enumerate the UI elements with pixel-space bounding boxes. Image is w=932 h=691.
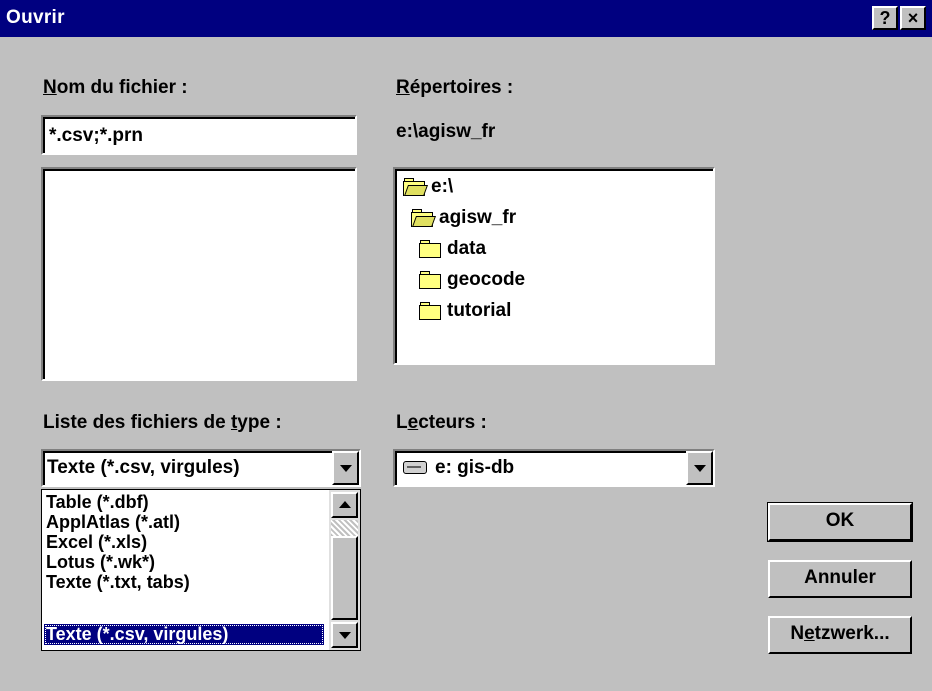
- help-button[interactable]: ?: [872, 6, 898, 30]
- folder-open-icon: [411, 209, 437, 228]
- arrow-down-icon: [338, 632, 351, 639]
- folder-icon: [419, 271, 441, 290]
- filename-value: *.csv;*.prn: [49, 125, 143, 146]
- dropdown-option[interactable]: Table (*.dbf): [44, 492, 324, 513]
- chevron-down-icon: [693, 465, 706, 472]
- drives-selected: e: gis-db: [403, 457, 514, 479]
- directory-tree[interactable]: e:\ agisw_fr data geocode tutorial: [393, 167, 715, 365]
- directory-name: e:\: [431, 176, 454, 197]
- filename-label: Nom du fichier :: [43, 77, 188, 98]
- directory-item[interactable]: data: [419, 238, 486, 266]
- directory-item[interactable]: e:\: [403, 176, 453, 204]
- file-type-label: Liste des fichiers de type :: [43, 412, 282, 433]
- window-title: Ouvrir: [6, 7, 65, 28]
- scroll-track[interactable]: [331, 520, 358, 536]
- close-icon: ×: [907, 8, 919, 28]
- directory-item[interactable]: agisw_fr: [411, 207, 516, 235]
- scrollbar[interactable]: [329, 490, 360, 650]
- file-type-dropdown-button[interactable]: [332, 451, 359, 485]
- file-type-dropdown-list[interactable]: Table (*.dbf) ApplAtlas (*.atl) Excel (*…: [41, 489, 361, 651]
- current-path: e:\agisw_fr: [396, 121, 496, 142]
- close-button[interactable]: ×: [900, 6, 926, 30]
- help-icon: ?: [879, 8, 891, 28]
- dropdown-option[interactable]: Lotus (*.wk*): [44, 552, 324, 573]
- scroll-up-button[interactable]: [331, 492, 358, 518]
- ok-button[interactable]: OK: [767, 502, 913, 542]
- chevron-down-icon: [339, 465, 352, 472]
- drive-icon: [403, 461, 427, 475]
- dropdown-option[interactable]: Texte (*.txt, tabs): [44, 572, 324, 593]
- folder-icon: [419, 240, 441, 259]
- file-type-selected: Texte (*.csv, virgules): [47, 457, 240, 478]
- dropdown-option-selected[interactable]: Texte (*.csv, virgules): [44, 624, 324, 645]
- file-type-combo[interactable]: Texte (*.csv, virgules): [41, 449, 361, 487]
- folder-open-icon: [403, 178, 429, 197]
- directory-name: data: [447, 238, 487, 259]
- dropdown-option[interactable]: ApplAtlas (*.atl): [44, 512, 324, 533]
- cancel-button[interactable]: Annuler: [768, 560, 912, 598]
- folder-icon: [419, 302, 441, 321]
- directory-item[interactable]: tutorial: [419, 300, 511, 328]
- directories-label: Répertoires :: [396, 77, 514, 98]
- filename-input[interactable]: *.csv;*.prn: [41, 115, 357, 155]
- directory-name: geocode: [447, 269, 526, 290]
- scroll-thumb[interactable]: [331, 536, 358, 620]
- drives-label: Lecteurs :: [396, 412, 487, 433]
- directory-name: tutorial: [447, 300, 512, 321]
- network-button[interactable]: Netzwerk...: [768, 616, 912, 654]
- open-dialog: Ouvrir ? × Nom du fichier : *.csv;*.prn …: [0, 0, 932, 691]
- arrow-up-icon: [338, 501, 351, 508]
- drives-combo[interactable]: e: gis-db: [393, 449, 715, 487]
- title-bar[interactable]: Ouvrir ? ×: [0, 0, 932, 37]
- directory-item[interactable]: geocode: [419, 269, 525, 297]
- directory-name: agisw_fr: [439, 207, 517, 228]
- scroll-down-button[interactable]: [331, 622, 358, 648]
- file-list[interactable]: [41, 167, 357, 381]
- drives-dropdown-button[interactable]: [686, 451, 713, 485]
- dropdown-option[interactable]: Excel (*.xls): [44, 532, 324, 553]
